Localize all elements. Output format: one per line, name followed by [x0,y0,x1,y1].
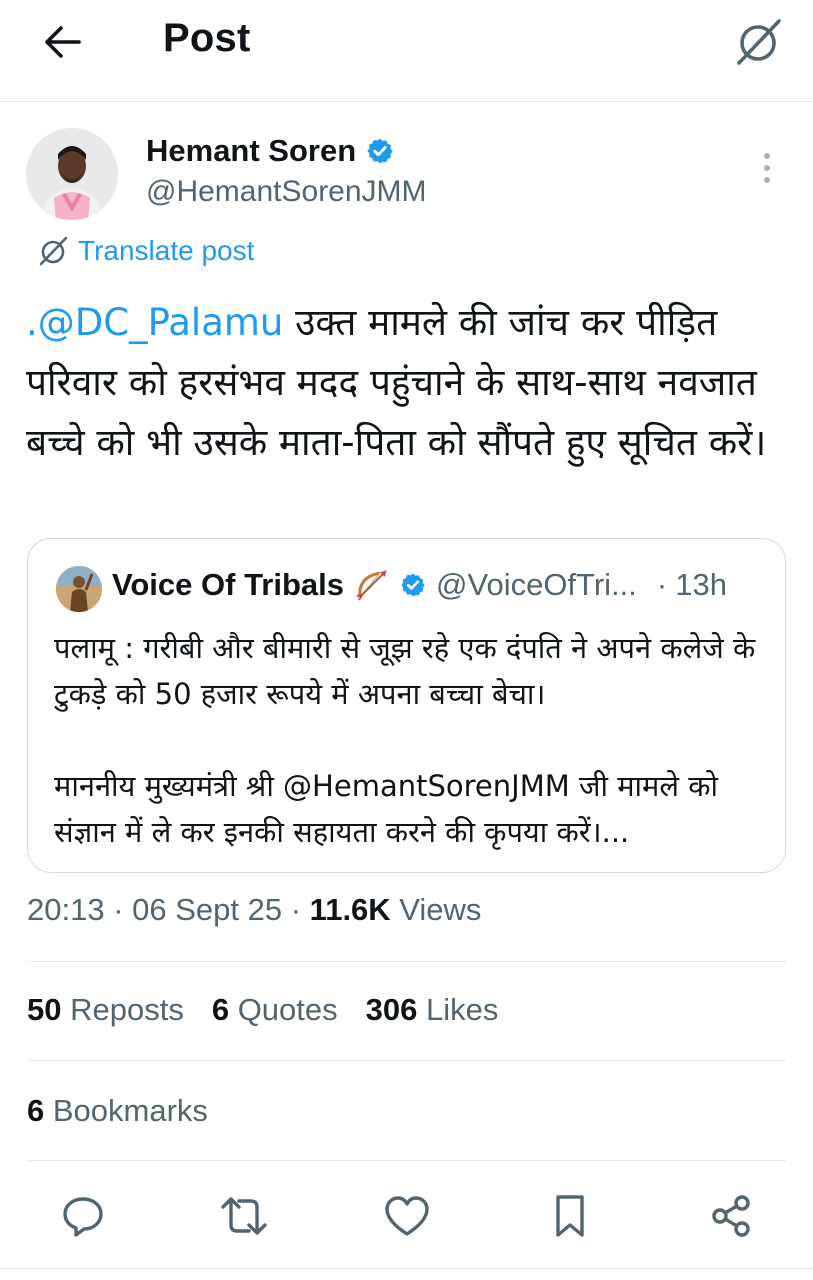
bookmark-button[interactable] [542,1188,598,1244]
engagement-stats: 50 Reposts 6 Quotes 306 Likes [27,992,498,1028]
repost-icon [221,1197,267,1235]
bookmark-icon [556,1195,584,1237]
share-button[interactable] [703,1188,759,1244]
translate-button[interactable] [728,12,788,72]
quote-paragraph: पलामू : गरीबी और बीमारी से जूझ रहे एक दं… [54,631,756,711]
arrow-left-icon [45,26,81,58]
verified-badge-icon [367,138,393,164]
divider [27,961,786,962]
quote-avatar-image [56,566,102,612]
avatar-image [26,128,118,220]
likes-stat[interactable]: 306 Likes [366,992,499,1028]
more-options-button[interactable] [752,148,782,188]
translate-icon [39,236,68,266]
quote-separator: · [656,567,668,602]
bookmarks-label: Bookmarks [44,1093,208,1128]
quote-avatar [56,566,102,612]
reply-button[interactable] [55,1188,111,1244]
translate-post-link[interactable]: Translate post [36,234,254,268]
author-name[interactable]: Hemant Soren [146,133,394,169]
reposts-label: Reposts [61,992,184,1027]
quote-timestamp: 13h [675,567,727,602]
like-button[interactable] [379,1188,435,1244]
reply-icon [63,1197,103,1237]
views-count[interactable]: 11.6K [310,892,391,927]
meta-separator: · [282,892,310,927]
author-avatar[interactable] [26,128,118,220]
quotes-count: 6 [211,992,230,1027]
back-button[interactable] [38,20,88,64]
likes-count: 306 [365,992,418,1027]
post-text: .@DC_Palamu उक्त मामले की जांच कर पीड़ित… [26,293,786,473]
quote-paragraph: माननीय मुख्यमंत्री श्री @HemantSorenJMM … [54,769,719,849]
reposts-count: 50 [27,992,62,1027]
quote-header: Voice Of Tribals @VoiceOfTri... · 13h [112,567,727,603]
quotes-stat[interactable]: 6 Quotes [212,992,338,1028]
bookmarks-stat[interactable]: 6 Bookmarks [27,1093,208,1129]
like-icon [385,1196,429,1236]
more-dots-icon [764,153,770,159]
top-bar: Post [0,0,813,102]
bookmarks-count: 6 [27,1093,45,1128]
more-dot [764,165,770,171]
page-title: Post [163,16,251,60]
translate-icon [737,19,781,65]
likes-label: Likes [417,992,499,1027]
quotes-label: Quotes [229,992,338,1027]
divider [27,1060,786,1061]
meta-separator: · [104,892,133,927]
quote-verified-icon [400,572,426,598]
divider [27,1160,786,1161]
author-name-text: Hemant Soren [146,133,357,168]
bottom-divider [0,1268,813,1269]
post-meta: 20:13 · 06 Sept 25 · 11.6K Views [27,892,481,928]
quote-text: पलामू : गरीबी और बीमारी से जूझ रहे एक दं… [54,625,764,855]
post-date: 06 Sept 25 [132,892,283,927]
quote-author-handle: @VoiceOfTri... [436,567,637,602]
quoted-post[interactable]: Voice Of Tribals @VoiceOfTri... · 13h पल… [27,538,786,873]
translate-post-label: Translate post [78,235,255,266]
mention-link[interactable]: .@DC_Palamu [26,301,283,344]
action-bar [0,1180,813,1250]
reposts-stat[interactable]: 50 Reposts [27,992,184,1028]
author-handle[interactable]: @HemantSorenJMM [146,175,427,209]
views-label: Views [390,892,482,927]
bow-and-arrow-icon [356,570,387,601]
post-time: 20:13 [27,892,105,927]
share-icon [712,1195,750,1237]
repost-button[interactable] [216,1188,272,1244]
more-dot [764,177,770,183]
quote-author-name: Voice Of Tribals [112,567,345,602]
